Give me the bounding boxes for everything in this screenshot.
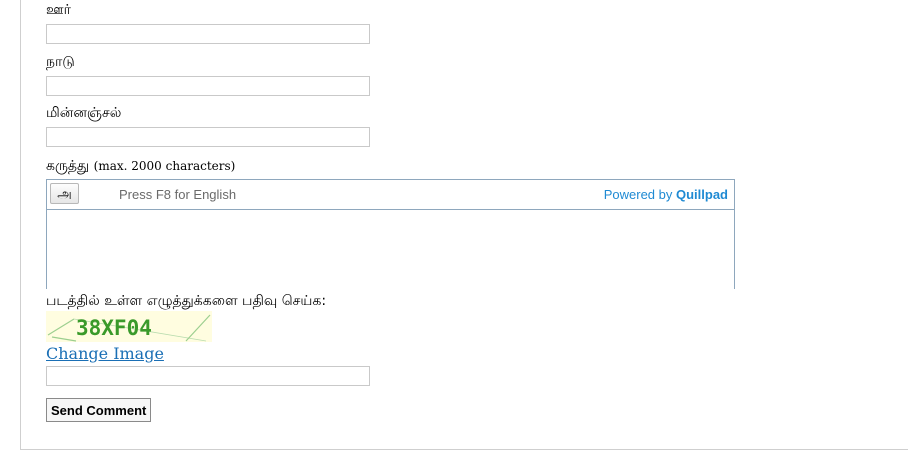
captcha-input[interactable] — [46, 366, 370, 386]
city-input[interactable] — [46, 24, 370, 44]
comment-label: கருத்து (max. 2000 characters) — [46, 157, 235, 175]
powered-by-quillpad[interactable]: Powered by Quillpad — [604, 187, 728, 202]
comment-label-text: கருத்து — [46, 158, 90, 174]
left-border — [20, 0, 21, 450]
email-input[interactable] — [46, 127, 370, 147]
captcha-graphic: 38XF04 — [47, 314, 211, 342]
press-f8-hint: Press F8 for English — [119, 187, 237, 202]
comment-limit-hint: (max. 2000 characters) — [93, 159, 236, 173]
captcha-label: படத்தில் உள்ள எழுத்துக்களை பதிவு செய்க: — [46, 293, 327, 309]
email-label: மின்னஞ்சல் — [46, 105, 122, 121]
captcha-image: 38XF04 — [46, 311, 212, 342]
comment-form-page: ஊர் நாடு மின்னஞ்சல் கருத்து (max. 2000 c… — [0, 0, 908, 454]
comment-textarea[interactable] — [47, 210, 734, 289]
change-image-link[interactable]: Change Image — [46, 344, 164, 363]
quillpad-brand: Quillpad — [676, 187, 728, 202]
editor-toolbar: அ Press F8 for English Powered by Quillp… — [47, 180, 734, 210]
bottom-border — [20, 449, 908, 450]
country-label: நாடு — [46, 54, 75, 70]
city-label: ஊர் — [46, 2, 71, 18]
country-input[interactable] — [46, 76, 370, 96]
powered-by-text: Powered by — [603, 187, 673, 202]
send-comment-button[interactable]: Send Comment — [46, 398, 152, 422]
quillpad-editor: அ Press F8 for English Powered by Quillp… — [46, 179, 735, 289]
captcha-text: 38XF04 — [76, 316, 152, 340]
tamil-language-toggle-button[interactable]: அ — [50, 183, 79, 204]
